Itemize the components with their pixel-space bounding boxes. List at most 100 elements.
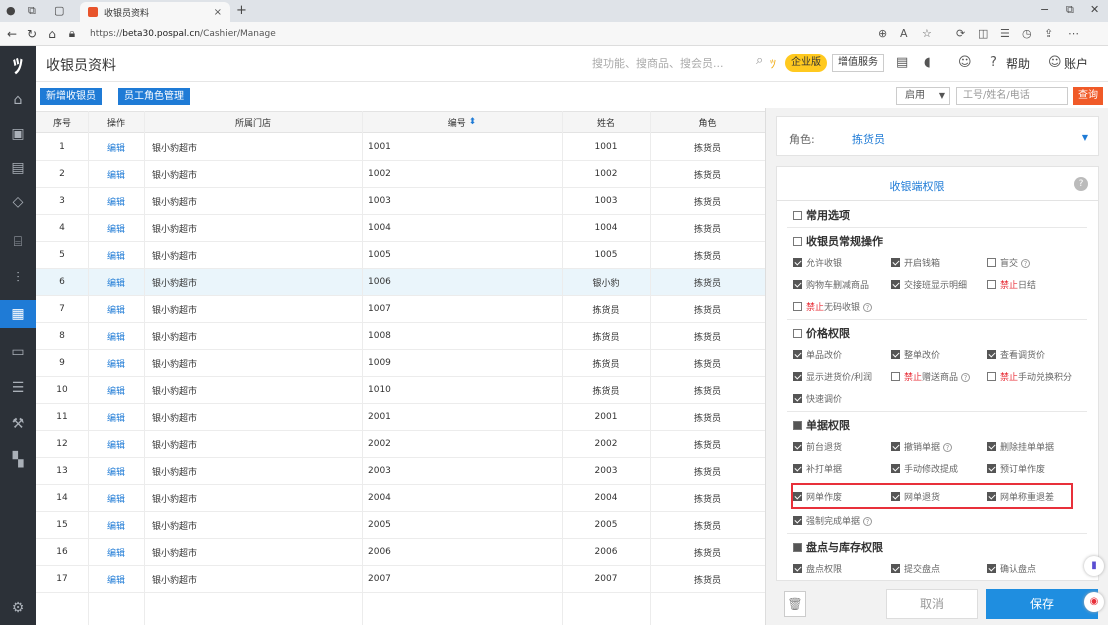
sidebar-goods-icon[interactable]: ▤ (0, 154, 36, 182)
close-window-icon[interactable]: ✕ (1090, 3, 1099, 16)
edit-link[interactable]: 编辑 (88, 539, 144, 565)
notes-icon[interactable]: ▤ (896, 55, 908, 70)
edit-link[interactable]: 编辑 (88, 350, 144, 376)
perm-whole-price[interactable]: 整单改价 (891, 348, 940, 361)
sidebar-tools-icon[interactable]: ⚒ (0, 410, 36, 438)
col-code[interactable]: 编号 ⬍ (362, 112, 562, 132)
perm-forbid-points[interactable]: 禁止手动兑换积分 (987, 370, 1072, 383)
checkbox-icon[interactable] (793, 329, 802, 338)
assistant-float-icon[interactable]: ◉ (1084, 592, 1104, 612)
account-icon[interactable]: ☺ (1048, 55, 1062, 70)
perm-edit-commission[interactable]: 手动修改提成 (891, 462, 958, 475)
edit-link[interactable]: 编辑 (88, 458, 144, 484)
favorites-icon[interactable]: ☰ (1000, 27, 1010, 40)
edit-link[interactable]: 编辑 (88, 188, 144, 214)
favorite-star-icon[interactable]: ☆ (922, 27, 932, 40)
perm-show-cost[interactable]: 显示进货价/利润 (793, 370, 872, 383)
query-button[interactable]: 查询 (1073, 87, 1103, 105)
share-icon[interactable]: ⇪ (1044, 27, 1053, 40)
service-icon[interactable]: ☺ (958, 55, 972, 70)
edit-link[interactable]: 编辑 (88, 404, 144, 430)
sec-routine[interactable]: 收银员常规操作 (793, 233, 883, 249)
home-icon[interactable]: ⌂ (42, 27, 62, 41)
query-input[interactable]: 工号/姓名/电话 (956, 87, 1068, 105)
perm-forbid-nocode[interactable]: 禁止无码收银? (793, 300, 873, 313)
perm-quick-adjust[interactable]: 快速调价 (793, 392, 842, 405)
perm-item-price[interactable]: 单品改价 (793, 348, 842, 361)
minimize-icon[interactable]: − (1040, 3, 1049, 16)
edition-badge[interactable]: 企业版 (785, 54, 827, 72)
edit-link[interactable]: 编辑 (88, 566, 144, 592)
sidebar-staff-icon[interactable]: ▦ (0, 300, 36, 328)
perm-cart-delete[interactable]: 购物车删减商品 (793, 278, 869, 291)
tab-close-icon[interactable]: × (214, 7, 222, 18)
sidebar-settings-list-icon[interactable]: ☰ (0, 374, 36, 402)
edit-link[interactable]: 编辑 (88, 431, 144, 457)
checkbox-icon[interactable] (793, 543, 802, 552)
sidebar-store-icon[interactable]: ⌸ (0, 228, 36, 256)
restore-icon[interactable]: ⧉ (1066, 3, 1074, 17)
perm-preorder-void[interactable]: 预订单作废 (987, 462, 1045, 475)
profile-avatar-icon[interactable]: ● (6, 4, 16, 17)
perm-online-void[interactable]: 网单作废 (793, 490, 842, 503)
new-tab-icon[interactable]: + (236, 3, 247, 18)
edit-link[interactable]: 编辑 (88, 377, 144, 403)
perm-submit-stock[interactable]: 提交盘点 (891, 562, 940, 575)
role-select[interactable]: 角色: 拣货员 ▼ (776, 116, 1099, 156)
more-icon[interactable]: ⋯ (1068, 27, 1079, 40)
perm-forbid-daily[interactable]: 禁止日结 (987, 278, 1036, 291)
cancel-button[interactable]: 取消 (886, 589, 978, 619)
help-link[interactable]: 帮助 (1006, 55, 1030, 72)
back-icon[interactable]: ← (2, 27, 22, 41)
split-screen-icon[interactable]: ◫ (978, 27, 988, 40)
perm-view-adjust[interactable]: 查看调货价 (987, 348, 1045, 361)
perm-handover-detail[interactable]: 交接班显示明细 (891, 278, 967, 291)
edit-link[interactable]: 编辑 (88, 323, 144, 349)
edit-link[interactable]: 编辑 (88, 134, 144, 160)
sidebar-settings-icon[interactable]: ⚙ (0, 594, 36, 622)
edit-link[interactable]: 编辑 (88, 485, 144, 511)
account-link[interactable]: 账户 (1064, 55, 1088, 72)
help-icon[interactable]: ? (990, 55, 997, 70)
sec-doc[interactable]: 单据权限 (793, 417, 850, 433)
search-icon[interactable]: ⌕ (756, 53, 763, 68)
perm-blind-handover[interactable]: 盲交? (987, 256, 1031, 269)
help-circle-icon[interactable]: ? (1021, 259, 1031, 268)
checkbox-icon[interactable] (793, 211, 802, 220)
extension-icon[interactable]: ⟳ (956, 27, 965, 40)
help-circle-icon[interactable]: ? (1074, 177, 1088, 191)
help-circle-icon[interactable]: ? (863, 517, 873, 526)
history-icon[interactable]: ◷ (1022, 27, 1032, 40)
sidebar-apps-icon[interactable]: ▚ (0, 446, 36, 474)
perm-online-return[interactable]: 网单退货 (891, 490, 940, 503)
save-button[interactable]: 保存 (986, 589, 1098, 619)
trash-icon[interactable]: 🗑︎ (784, 591, 806, 617)
sort-icon[interactable]: ⬍ (469, 117, 477, 127)
voice-icon[interactable]: ◖ (924, 55, 931, 70)
edit-link[interactable]: 编辑 (88, 512, 144, 538)
checkbox-icon[interactable] (793, 421, 802, 430)
edit-link[interactable]: 编辑 (88, 269, 144, 295)
app-logo-icon[interactable]: ﾂ (0, 46, 36, 82)
refresh-icon[interactable]: ↻ (22, 27, 42, 41)
add-cashier-button[interactable]: 新增收银员 (40, 88, 102, 105)
sidebar-home-icon[interactable]: ⌂ (0, 86, 36, 114)
browser-tab[interactable]: 收银员资料 × (80, 2, 230, 22)
perm-forbid-gift[interactable]: 禁止赠送商品? (891, 370, 971, 383)
zoom-icon[interactable]: ⊕ (878, 27, 887, 40)
help-circle-icon[interactable]: ? (943, 443, 953, 452)
sidebar-member-icon[interactable]: ◇ (0, 188, 36, 216)
perm-front-return[interactable]: 前台退货 (793, 440, 842, 453)
edit-link[interactable]: 编辑 (88, 215, 144, 241)
perm-allow-checkout[interactable]: 允许收银 (793, 256, 842, 269)
perm-reprint[interactable]: 补打单据 (793, 462, 842, 475)
read-aloud-icon[interactable]: A (900, 27, 908, 40)
sec-common[interactable]: 常用选项 (793, 207, 850, 223)
chat-float-icon[interactable]: ▮ (1084, 556, 1104, 576)
edit-link[interactable]: 编辑 (88, 161, 144, 187)
edit-link[interactable]: 编辑 (88, 296, 144, 322)
perm-delete-hang[interactable]: 删除挂单单据 (987, 440, 1054, 453)
help-circle-icon[interactable]: ? (961, 373, 971, 382)
global-search-input[interactable]: 搜功能、搜商品、搜会员... (592, 55, 724, 71)
perm-stock[interactable]: 盘点权限 (793, 562, 842, 575)
